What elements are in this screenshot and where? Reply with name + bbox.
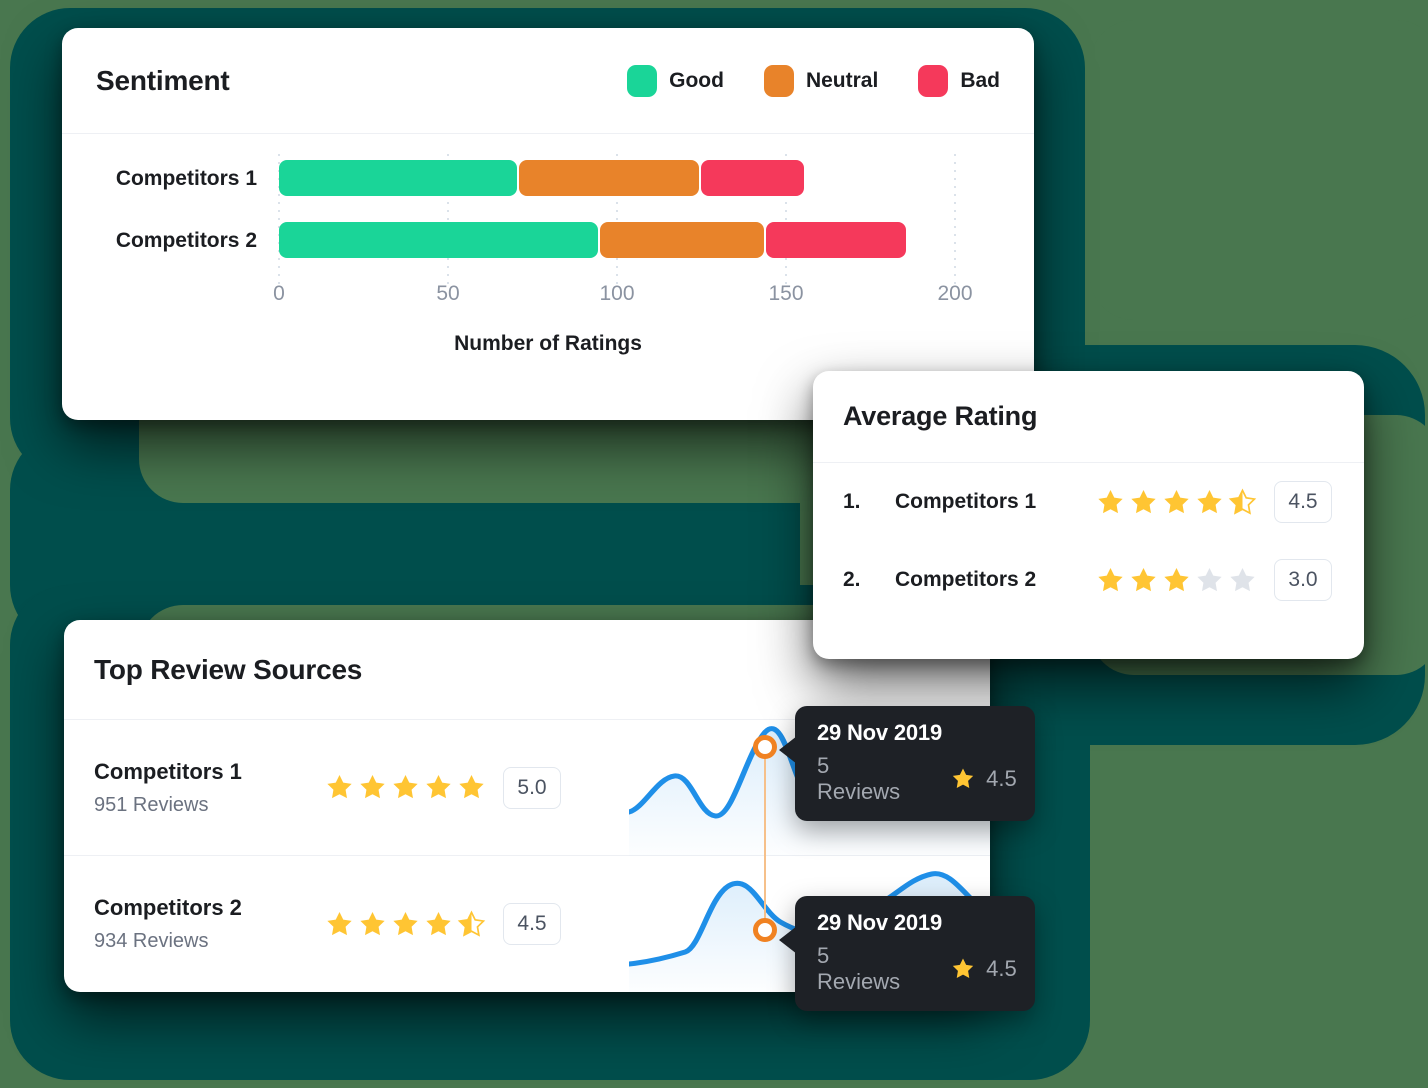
review-count: 934 Reviews (94, 930, 209, 952)
legend-swatch-icon (763, 64, 794, 97)
bar-category-label: Competitors 1 (115, 167, 257, 190)
score-badge: 5.0 (503, 766, 561, 809)
tooltip-reviews: 5 Reviews (817, 943, 901, 994)
star-icon (1197, 489, 1222, 513)
bar-segment-bad[interactable] (765, 222, 906, 258)
star-icon (360, 911, 385, 935)
review-source-info: Competitors 1 951 Reviews (94, 759, 324, 817)
bar-segment-bad[interactable] (701, 160, 805, 196)
tooltip-date: 29 Nov 2019 (817, 910, 942, 935)
star-rating (1095, 487, 1258, 518)
star-rating (324, 772, 487, 803)
sentiment-card: Sentiment Good Neutral Bad 0 50 100 150 200 Com… (62, 28, 1034, 420)
x-axis-title: Number of Ratings (454, 332, 642, 355)
data-point-marker[interactable] (753, 918, 777, 942)
bar-segment-good[interactable] (279, 222, 599, 258)
score-badge: 4.5 (1274, 481, 1332, 523)
tooltip-arrow (779, 736, 797, 764)
dashboard-stage: Sentiment Good Neutral Bad 0 50 100 150 200 Com… (0, 0, 1428, 1088)
star-icon (950, 956, 976, 982)
x-axis-tick-label: 150 (768, 282, 804, 305)
competitor-name: Competitors 1 (895, 490, 1037, 513)
star-icon (327, 774, 352, 799)
average-rating-card: Average Rating 1. Competitors 1 4.5 2. Compe… (813, 371, 1364, 659)
bar-category-label: Competitors 2 (115, 229, 257, 252)
tooltip-rating: 4.5 (986, 766, 1017, 791)
average-rating-header: Average Rating (813, 371, 1364, 463)
legend-swatch-icon (918, 64, 949, 97)
star-icon (426, 911, 451, 935)
legend-item-bad[interactable]: Bad (918, 64, 1000, 97)
chart-tooltip: 29 Nov 2019 5 Reviews 4.5 (779, 706, 1035, 821)
tooltip-details: 5 Reviews 4.5 (817, 753, 1017, 805)
star-icon (1164, 489, 1189, 513)
stacked-bar-2[interactable] (279, 222, 908, 258)
review-count: 951 Reviews (94, 793, 209, 816)
tooltip-details: 5 Reviews 4.5 (817, 943, 1017, 995)
score-badge: 3.0 (1274, 559, 1332, 601)
competitor-name: Competitors 2 (94, 895, 242, 920)
review-source-info: Competitors 2 934 Reviews (94, 895, 324, 953)
competitor-name: Competitors 2 (895, 568, 1037, 591)
star-icon (457, 909, 486, 937)
legend-label: Good (669, 68, 724, 92)
legend-label: Bad (960, 68, 1000, 92)
chart-legend: Good Neutral Bad (627, 64, 1000, 97)
star-rating (1095, 565, 1258, 596)
competitor-name: Competitors 1 (94, 758, 242, 784)
legend-label: Neutral (805, 68, 879, 92)
star-rating (324, 909, 487, 940)
average-rating-row[interactable]: 2. Competitors 2 3.0 (813, 541, 1364, 619)
data-point-marker[interactable] (753, 735, 777, 759)
tooltip-date: 29 Nov 2019 (817, 720, 942, 745)
chart-gridline (954, 154, 956, 284)
section-title: Top Review Sources (94, 653, 363, 685)
star-icon (393, 911, 418, 935)
sentiment-card-header: Sentiment Good Neutral Bad (62, 28, 1034, 134)
star-icon (426, 774, 451, 799)
star-icon (1098, 567, 1123, 591)
star-icon (459, 774, 484, 799)
bar-segment-good[interactable] (279, 160, 517, 196)
legend-item-good[interactable]: Good (627, 64, 724, 97)
star-icon (1131, 489, 1156, 513)
tooltip-rating: 4.5 (986, 956, 1017, 981)
stacked-bar-1[interactable] (279, 160, 806, 196)
star-icon (1164, 567, 1189, 591)
average-rating-row[interactable]: 1. Competitors 1 4.5 (813, 463, 1364, 541)
tooltip-guide-line (764, 757, 766, 932)
star-icon (360, 774, 385, 799)
tooltip-arrow (779, 926, 797, 954)
x-axis-tick-label: 50 (436, 282, 460, 305)
star-icon (1131, 567, 1156, 591)
x-axis-tick-label: 0 (273, 282, 285, 305)
star-icon (327, 911, 352, 935)
legend-swatch-icon (627, 64, 658, 97)
tooltip-reviews: 5 Reviews (817, 753, 901, 804)
rank-number: 1. (843, 490, 861, 513)
star-icon (950, 766, 976, 792)
page-title: Sentiment (96, 64, 230, 96)
bar-segment-neutral[interactable] (600, 222, 764, 258)
star-icon (1197, 567, 1222, 591)
star-icon (1098, 489, 1123, 513)
section-title: Average Rating (843, 401, 1038, 431)
x-axis-tick-label: 200 (937, 282, 973, 305)
average-rating-list: 1. Competitors 1 4.5 2. Competitors 2 3.0 (813, 463, 1364, 619)
star-icon (393, 774, 418, 799)
rank-number: 2. (843, 568, 861, 591)
star-icon (1228, 487, 1257, 515)
score-badge: 4.5 (503, 903, 561, 945)
legend-item-neutral[interactable]: Neutral (763, 64, 879, 97)
x-axis-tick-label: 100 (599, 282, 635, 305)
bar-segment-neutral[interactable] (518, 160, 700, 196)
chart-tooltip: 29 Nov 2019 5 Reviews 4.5 (779, 896, 1035, 1011)
star-icon (1230, 567, 1255, 591)
teal-frame-cutout-topright (1090, 20, 1428, 320)
